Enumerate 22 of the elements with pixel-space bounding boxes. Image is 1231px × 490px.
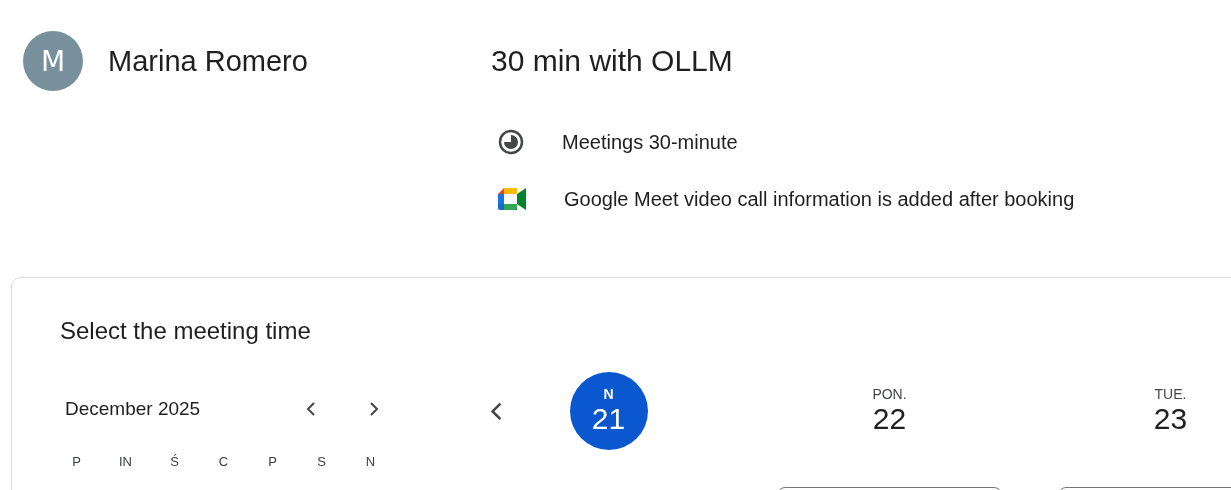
day-button[interactable]: TUE. 23 [1131,372,1210,450]
video-call-icon [498,188,526,210]
section-heading: Select the meeting time [60,316,312,346]
day-button[interactable]: N 21 [569,372,648,450]
weekday-label: Ś [169,454,180,469]
clock-icon [498,129,524,155]
chevron-right-icon [369,401,379,417]
avatar: M [23,31,83,91]
host-name: Marina Romero [108,44,308,78]
event-detail: Google Meet video call information is added after booking [564,187,1075,211]
day-button[interactable]: PON. 22 [850,372,929,450]
chevron-left-icon [306,401,316,417]
weekday-label: C [217,454,230,469]
weekday-label: P [267,454,278,469]
weekday-label: IN [118,454,133,469]
event-title: 30 min with OLLM [491,43,734,79]
weekday-label: P [71,454,82,469]
month-label: December 2025 [65,398,202,420]
weekday-label: N [364,454,377,469]
event-detail: Meetings 30-minute [562,130,738,154]
chevron-left-icon [489,400,503,422]
weekday-label: S [316,454,327,469]
